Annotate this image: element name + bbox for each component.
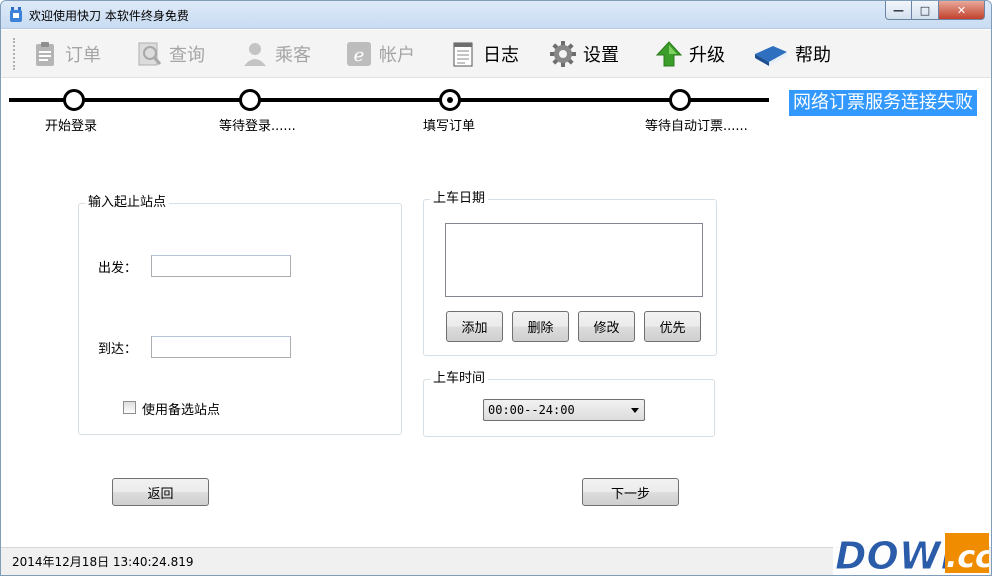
edit-date-button[interactable]: 修改 (578, 311, 635, 342)
main-toolbar: 订单 查询 乘客 e 帐户 日志 设置 升级 帮助 (1, 30, 991, 78)
toolbar-upgrade-label: 升级 (689, 45, 725, 66)
date-list[interactable] (445, 223, 703, 297)
step-node-login-wait (239, 89, 261, 111)
toolbar-passenger-label: 乘客 (275, 45, 311, 66)
maximize-button[interactable]: □ (912, 1, 939, 20)
internet-explorer-icon: e (347, 42, 371, 66)
alt-station-checkbox[interactable] (123, 401, 136, 414)
depart-station-input[interactable] (151, 255, 291, 277)
up-arrow-icon (655, 41, 683, 67)
toolbar-grip[interactable] (13, 38, 16, 70)
step-label-login-start: 开始登录 (45, 119, 98, 134)
arrive-station-input[interactable] (151, 336, 291, 358)
toolbar-help-button[interactable]: 帮助 (753, 38, 831, 70)
time-range-select[interactable]: 00:00--24:00 (483, 399, 645, 421)
search-document-icon (138, 42, 162, 66)
toolbar-query-button[interactable]: 查询 (135, 38, 205, 70)
svg-text:e: e (354, 45, 365, 66)
step-label-fill-order: 填写订单 (423, 119, 476, 134)
alt-station-label[interactable]: 使用备选站点 (142, 399, 220, 418)
toolbar-log-button[interactable]: 日志 (449, 38, 519, 70)
toolbar-passenger-button[interactable]: 乘客 (241, 38, 311, 70)
arrive-label: 到达： (98, 342, 138, 357)
down-cc-watermark-logo: DOWN .cc (833, 531, 989, 575)
person-icon (244, 43, 266, 66)
connection-status-message: 网络订票服务连接失败 (789, 90, 977, 116)
notepad-icon (453, 42, 473, 67)
add-date-button[interactable]: 添加 (446, 311, 503, 342)
status-timestamp: 2014年12月18日 13:40:24.819 (12, 555, 194, 569)
step-node-fill-order (439, 89, 461, 111)
priority-date-button[interactable]: 优先 (644, 311, 701, 342)
toolbar-settings-label: 设置 (583, 45, 619, 66)
title-bar[interactable]: 欢迎使用快刀 本软件终身免费 — □ ✕ (1, 1, 991, 29)
step-label-login-wait: 等待登录...... (219, 119, 296, 134)
window-title: 欢迎使用快刀 本软件终身免费 (29, 9, 189, 23)
app-window: 欢迎使用快刀 本软件终身免费 — □ ✕ 订单 查询 乘客 e 帐户 日志 设置… (0, 0, 992, 576)
station-group-title: 输入起止站点 (85, 195, 170, 211)
toolbar-query-label: 查询 (169, 45, 205, 66)
book-icon (755, 46, 787, 66)
date-group-title: 上车日期 (430, 191, 489, 207)
toolbar-log-label: 日志 (483, 45, 519, 66)
toolbar-orders-button[interactable]: 订单 (31, 38, 101, 70)
toolbar-settings-button[interactable]: 设置 (549, 38, 619, 70)
next-step-button[interactable]: 下一步 (582, 478, 679, 506)
step-node-login-start (63, 89, 85, 111)
dropdown-arrow-icon (631, 408, 639, 413)
toolbar-account-button[interactable]: e 帐户 (345, 38, 415, 70)
time-range-value: 00:00--24:00 (488, 403, 575, 417)
time-group-title: 上车时间 (430, 371, 489, 387)
close-button[interactable]: ✕ (939, 1, 985, 20)
app-logo-icon (10, 7, 22, 22)
toolbar-orders-label: 订单 (65, 45, 101, 66)
step-label-auto-book: 等待自动订票...... (645, 119, 748, 134)
gear-icon (550, 41, 576, 67)
svg-text:.cc: .cc (946, 540, 989, 575)
progress-track (9, 98, 769, 102)
minimize-button[interactable]: — (885, 1, 912, 20)
clipboard-icon (36, 42, 54, 66)
back-button[interactable]: 返回 (112, 478, 209, 506)
toolbar-account-label: 帐户 (379, 45, 415, 66)
step-node-auto-book (669, 89, 691, 111)
delete-date-button[interactable]: 删除 (512, 311, 569, 342)
depart-label: 出发： (98, 261, 138, 276)
toolbar-help-label: 帮助 (795, 45, 831, 66)
toolbar-upgrade-button[interactable]: 升级 (655, 38, 725, 70)
